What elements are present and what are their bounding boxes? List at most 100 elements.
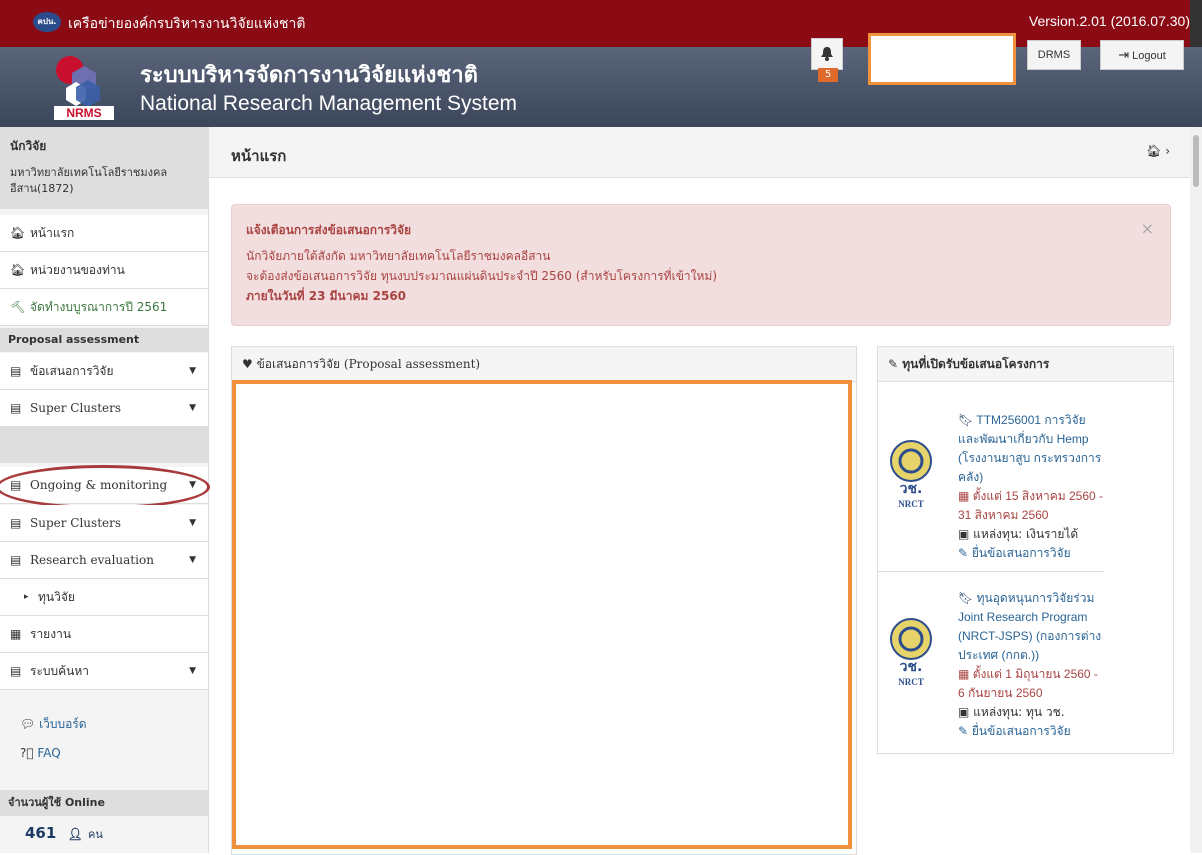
sidebar-item-home[interactable]: 🏠︎ หน้าแรก bbox=[0, 215, 208, 252]
comment-icon: 💬︎ bbox=[20, 717, 36, 731]
sidebar-item-budget-2561[interactable]: 🔨︎ จัดทำงบบูรณาการปี 2561 bbox=[0, 289, 208, 326]
caret-down-icon: ▼ bbox=[189, 403, 196, 413]
user-icon: 👤︎ bbox=[67, 827, 83, 841]
highlighted-header-box[interactable] bbox=[868, 33, 1016, 85]
webboard-link[interactable]: 💬︎ เว็บบอร์ด bbox=[20, 715, 87, 734]
section-proposal-assessment: Proposal assessment bbox=[0, 328, 208, 352]
pencil-icon: ✎ bbox=[958, 546, 969, 560]
home-icon: 🏠︎ bbox=[10, 226, 26, 240]
sidebar-item-label: หน้าแรก bbox=[30, 226, 75, 240]
list-icon: ▤ bbox=[10, 364, 22, 378]
window-edge bbox=[1190, 0, 1202, 47]
user-role: นักวิจัย bbox=[10, 139, 47, 153]
highlighted-content-area bbox=[232, 380, 852, 849]
page-title: หน้าแรก bbox=[231, 147, 287, 165]
source-icon: ▣ bbox=[958, 705, 970, 719]
fund-date-text: ตั้งแต่ 15 สิงหาคม 2560 - 31 สิงหาคม 256… bbox=[958, 489, 1104, 522]
sidebar-item-label: หน่วยงานของท่าน bbox=[30, 263, 125, 277]
webboard-label: เว็บบอร์ด bbox=[39, 717, 87, 731]
bookmark-icon: 🔖︎ bbox=[958, 413, 974, 427]
proposal-panel-title: ข้อเสนอการวิจัย (Proposal assessment) bbox=[256, 357, 481, 371]
nrms-logo[interactable]: NRMS bbox=[48, 52, 120, 122]
sidebar-item-label: รายงาน bbox=[30, 627, 72, 641]
home-breadcrumb-icon[interactable]: 🏠︎ › bbox=[1146, 144, 1170, 158]
fund-card: วช. NRCT 🔖︎ TTM256001 การวิจัยและพัฒนาเก… bbox=[878, 391, 1104, 572]
notification-button[interactable] bbox=[811, 38, 843, 70]
logout-button[interactable]: ⇥ Logout bbox=[1100, 40, 1184, 70]
fund-date: ▦ ตั้งแต่ 15 สิงหาคม 2560 - 31 สิงหาคม 2… bbox=[958, 487, 1104, 525]
submit-proposal-link[interactable]: ✎ ยื่นข้อเสนอการวิจัย bbox=[958, 544, 1104, 563]
user-organization: มหาวิทยาลัยเทคโนโลยีราชมงคลอีสาน(1872) bbox=[10, 166, 168, 195]
alert-title: แจ้งเตือนการส่งข้อเสนอการวิจัย bbox=[246, 223, 412, 237]
calendar-icon: ▦ bbox=[958, 489, 970, 503]
close-icon[interactable]: × bbox=[1141, 219, 1154, 238]
sidebar: นักวิจัย มหาวิทยาลัยเทคโนโลยีราชมงคลอีสา… bbox=[0, 127, 210, 853]
fund-date-text: ตั้งแต่ 1 มิถุนายน 2560 - 6 กันยายน 2560 bbox=[958, 667, 1098, 700]
svg-text:NRCT: NRCT bbox=[898, 499, 924, 509]
caret-down-icon: ▼ bbox=[189, 366, 196, 376]
alert-line-3: ภายในวันที่ 23 มีนาคม 2560 bbox=[246, 289, 407, 303]
list-icon: ▤ bbox=[10, 553, 22, 567]
fund-title-link[interactable]: 🔖︎ ทุนอุดหนุนการวิจัยร่วม Joint Research… bbox=[958, 589, 1104, 665]
fund-title: ทุนอุดหนุนการวิจัยร่วม Joint Research Pr… bbox=[958, 591, 1102, 662]
fund-source: ▣ แหล่งทุน: เงินรายได้ bbox=[958, 525, 1104, 544]
book-icon: ▦ bbox=[10, 627, 22, 641]
svg-text:NRCT: NRCT bbox=[898, 677, 924, 687]
sidebar-item-super-clusters[interactable]: ▤ Super Clusters ▼ bbox=[0, 390, 208, 427]
fund-source-text: แหล่งทุน: เงินรายได้ bbox=[973, 527, 1079, 541]
open-funds-panel: ✎ ทุนที่เปิดรับข้อเสนอโครงการ วช. NRCT 🔖… bbox=[877, 346, 1174, 754]
sidebar-item-search-system[interactable]: ▤ ระบบค้นหา ▼ bbox=[0, 653, 208, 690]
sidebar-item-label: ระบบค้นหา bbox=[30, 664, 90, 678]
sidebar-item-proposals[interactable]: ▤ ข้อเสนอการวิจัย ▼ bbox=[0, 353, 208, 390]
calendar-icon: ▦ bbox=[958, 667, 970, 681]
sidebar-item-label: Research evaluation bbox=[30, 553, 154, 567]
list-icon: ▤ bbox=[10, 401, 22, 415]
fund-card: วช. NRCT 🔖︎ ทุนอุดหนุนการวิจัยร่วม Joint… bbox=[878, 575, 1104, 745]
submit-label: ยื่นข้อเสนอการวิจัย bbox=[971, 724, 1071, 738]
list-icon: ▤ bbox=[10, 516, 22, 530]
alert-line-1: นักวิจัยภายใต้สังกัด มหาวิทยาลัยเทคโนโลย… bbox=[246, 249, 551, 263]
funds-panel-title: ทุนที่เปิดรับข้อเสนอโครงการ bbox=[902, 357, 1050, 371]
sidebar-links: 💬︎ เว็บบอร์ด ?⃝ FAQ bbox=[20, 715, 87, 760]
brand-title-th: ระบบบริหารจัดการงานวิจัยแห่งชาติ bbox=[140, 63, 478, 88]
bell-icon bbox=[821, 46, 833, 61]
submit-proposal-link[interactable]: ✎ ยื่นข้อเสนอการวิจัย bbox=[958, 722, 1104, 741]
sidebar-item-reports[interactable]: ▦ รายงาน bbox=[0, 616, 208, 653]
fund-title-link[interactable]: 🔖︎ TTM256001 การวิจัยและพัฒนาเกี่ยวกับ H… bbox=[958, 411, 1104, 487]
online-users-heading: จำนวนผู้ใช้ Online bbox=[0, 790, 208, 816]
pencil-icon: ✎ bbox=[958, 724, 969, 738]
caret-right-icon: ▸ bbox=[24, 592, 29, 602]
gavel-icon: 🔨︎ bbox=[10, 300, 26, 314]
online-count-value: 461 bbox=[25, 824, 57, 842]
drms-button[interactable]: DRMS bbox=[1027, 40, 1081, 70]
faq-link[interactable]: ?⃝ FAQ bbox=[20, 746, 87, 760]
sidebar-item-label: ทุนวิจัย bbox=[38, 590, 75, 604]
sidebar-item-research-evaluation[interactable]: ▤ Research evaluation ▼ bbox=[0, 542, 208, 579]
alert-line-2: จะต้องส่งข้อเสนอการวิจัย ทุนงบประมาณแผ่น… bbox=[246, 269, 717, 283]
svg-text:วช.: วช. bbox=[900, 481, 923, 497]
sidebar-item-label: Super Clusters bbox=[30, 516, 122, 530]
page-scrollbar[interactable] bbox=[1190, 127, 1202, 853]
fund-source: ▣ แหล่งทุน: ทุน วช. bbox=[958, 703, 1104, 722]
online-count-unit: คน bbox=[88, 828, 103, 841]
list-icon: ▤ bbox=[10, 664, 22, 678]
submission-alert: แจ้งเตือนการส่งข้อเสนอการวิจัย × นักวิจั… bbox=[231, 204, 1171, 326]
sidebar-item-funds[interactable]: ▸ ทุนวิจัย bbox=[0, 579, 208, 616]
proposal-panel-heading: ♥ ข้อเสนอการวิจัย (Proposal assessment) bbox=[232, 347, 856, 382]
highlight-ellipse bbox=[0, 465, 210, 509]
sidebar-item-label: ข้อเสนอการวิจัย bbox=[30, 364, 114, 378]
breadcrumb: หน้าแรก 🏠︎ › bbox=[209, 127, 1190, 178]
scrollbar-thumb[interactable] bbox=[1193, 135, 1199, 187]
pencil-icon: ✎ bbox=[888, 357, 899, 371]
fund-details: 🔖︎ TTM256001 การวิจัยและพัฒนาเกี่ยวกับ H… bbox=[958, 411, 1104, 563]
caret-down-icon: ▼ bbox=[189, 666, 196, 676]
sidebar-item-super-clusters-2[interactable]: ▤ Super Clusters ▼ bbox=[0, 505, 208, 542]
caret-down-icon: ▼ bbox=[189, 555, 196, 565]
funds-panel-heading: ✎ ทุนที่เปิดรับข้อเสนอโครงการ bbox=[878, 347, 1173, 382]
sidebar-item-your-agency[interactable]: 🏠︎ หน่วยงานของท่าน bbox=[0, 252, 208, 289]
caret-down-icon: ▼ bbox=[189, 518, 196, 528]
fund-date: ▦ ตั้งแต่ 1 มิถุนายน 2560 - 6 กันยายน 25… bbox=[958, 665, 1104, 703]
app-header: NRMS ระบบบริหารจัดการงานวิจัยแห่งชาติ Na… bbox=[0, 47, 1202, 127]
logout-icon: ⇥ bbox=[1118, 47, 1130, 62]
bookmark-icon: 🔖︎ bbox=[958, 591, 974, 605]
